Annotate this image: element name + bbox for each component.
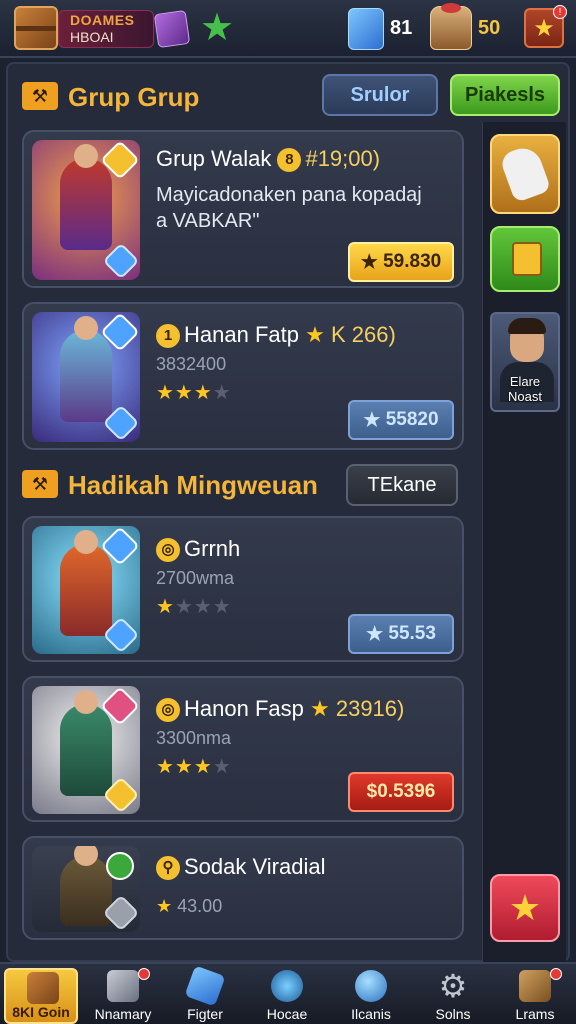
card-subtitle: 3300nma <box>156 728 232 748</box>
gem-count: 81 <box>390 17 413 39</box>
select-button[interactable]: Piakesls <box>450 74 560 116</box>
card-title: Grup Walak 8 #19;00) <box>156 146 381 173</box>
hero-portrait <box>32 312 140 442</box>
coin-icon: 8 <box>277 148 302 173</box>
chest-icon <box>27 972 59 1004</box>
crystal-icon <box>184 965 226 1007</box>
offer-card[interactable]: 1 Hanan Fatp ★ K 266) 3832400 ★★★★ ★ 5582… <box>22 302 464 450</box>
hero-figure <box>60 846 112 926</box>
nav-label: Hocae <box>266 1006 308 1022</box>
section-header-1: ⚒ Grup Grup <box>22 74 322 118</box>
hero-hair <box>508 318 546 334</box>
hero-figure <box>60 144 112 250</box>
nav-label: Ilcanis <box>351 1006 391 1022</box>
plus-badge-icon <box>106 852 134 880</box>
bomb-icon <box>271 970 303 1002</box>
buy-button[interactable]: $0.5396 <box>348 772 454 812</box>
star-rating: ★★★★ <box>156 596 232 618</box>
star-rating: ★★★★ <box>156 382 232 404</box>
coin-count: 50 <box>478 17 501 39</box>
player-name-line1: DOAMES <box>70 12 135 28</box>
nav-label: Nnamary <box>94 1006 152 1022</box>
filter-button[interactable]: Srulor <box>322 74 438 116</box>
nav-label: 8KI Goin <box>12 1004 70 1020</box>
magnifier-icon: ⚲ <box>156 856 180 881</box>
card-subtitle: ★ 43.00 <box>156 896 223 916</box>
hero-figure <box>60 316 112 422</box>
offer-card[interactable]: ◎ Hanon Fasp ★ 23916) 3300nma ★★★★ $0.539… <box>22 676 464 822</box>
nav-item-goin[interactable]: 8KI Goin <box>4 968 78 1024</box>
nav-label: Solns <box>435 1006 471 1022</box>
star-rating: ★★★★ <box>156 756 232 778</box>
nav-label: Figter <box>187 1006 223 1022</box>
hammer-icon: ⚒ <box>22 82 58 110</box>
offer-card[interactable]: ◎ Grrnh 2700wma ★★★★ ★ 55.53 <box>22 516 464 662</box>
hero-name: Elare Noast <box>508 374 542 404</box>
card-subtitle: 3832400 <box>156 354 227 374</box>
card-title: ⚲ Sodak Viradial <box>156 854 325 881</box>
nav-label: Lrams <box>515 1006 555 1022</box>
gear-icon: ⚙ <box>438 968 468 1004</box>
card-desc-line2: a VABKAR" <box>156 210 260 232</box>
notification-badge <box>138 968 150 980</box>
cube-icon <box>107 970 139 1002</box>
top-bar: DOAMES HBOAI ★ 81 50 ★! <box>0 0 576 58</box>
offer-card[interactable]: Grup Walak 8 #19;00) Mayicadonaken pana k… <box>22 130 464 288</box>
orb-icon <box>355 970 387 1002</box>
hero-portrait <box>32 140 140 280</box>
medal-icon: 1 <box>156 324 180 349</box>
nav-item-ilcanis[interactable]: Ilcanis <box>334 968 408 1024</box>
hammer-icon: ⚒ <box>22 470 58 498</box>
coin-icon: ◎ <box>156 698 180 723</box>
hero-portrait <box>32 686 140 814</box>
player-name-line2: HBOAI <box>70 29 114 45</box>
dice-icon <box>498 143 552 203</box>
card-subtitle: 2700wma <box>156 568 235 588</box>
coin-icon: ◎ <box>156 538 180 563</box>
gem-icon <box>348 8 384 50</box>
section-title: Grup Grup <box>68 82 200 112</box>
offer-card[interactable]: ⚲ Sodak Viradial ★ 43.00 <box>22 836 464 940</box>
card-title: ◎ Grrnh <box>156 536 240 563</box>
take-button[interactable]: TEkane <box>346 464 458 506</box>
chest-icon[interactable] <box>14 6 58 50</box>
hero-figure <box>60 530 112 636</box>
gift-item-button[interactable] <box>490 226 560 292</box>
hero-figure <box>60 690 112 796</box>
nav-item-figter[interactable]: Figter <box>168 965 242 1024</box>
green-star-icon[interactable]: ★ <box>200 8 234 48</box>
card-title: ◎ Hanon Fasp ★ 23916) <box>156 696 404 723</box>
bottom-nav: 8KI Goin Nnamary Figter Hocae Ilcanis ⚙ … <box>0 962 576 1024</box>
nav-item-nnamary[interactable]: Nnamary <box>86 968 160 1024</box>
buy-button[interactable]: ★ 55.53 <box>348 614 454 654</box>
buy-button[interactable]: ★ 59.830 <box>348 242 454 282</box>
card-desc-line1: Mayicadonaken pana kopadaj <box>156 184 422 206</box>
card-title: 1 Hanan Fatp ★ K 266) <box>156 322 396 349</box>
gift-icon <box>512 242 542 276</box>
purple-cube-icon[interactable] <box>153 9 191 49</box>
favorite-star-button[interactable]: ★ <box>490 874 560 942</box>
dice-item-button[interactable] <box>490 134 560 214</box>
notification-badge: ! <box>553 5 567 19</box>
hero-portrait <box>32 846 140 932</box>
section-title: Hadikah Mingweuan <box>68 470 318 500</box>
notification-badge <box>550 968 562 980</box>
nav-item-lrams[interactable]: Lrams <box>498 968 572 1024</box>
coin-sack-icon <box>430 3 472 50</box>
hero-portrait <box>32 526 140 654</box>
buy-button[interactable]: ★ 55820 <box>348 400 454 440</box>
nav-item-solns[interactable]: ⚙ Solns <box>416 968 490 1024</box>
hero-card[interactable]: Elare Noast <box>490 312 560 412</box>
chest-open-icon <box>519 970 551 1002</box>
favorites-button[interactable]: ★! <box>524 5 567 48</box>
nav-item-hocae[interactable]: Hocae <box>250 968 324 1024</box>
section-header-2: ⚒ Hadikah Mingweuan <box>22 462 342 506</box>
